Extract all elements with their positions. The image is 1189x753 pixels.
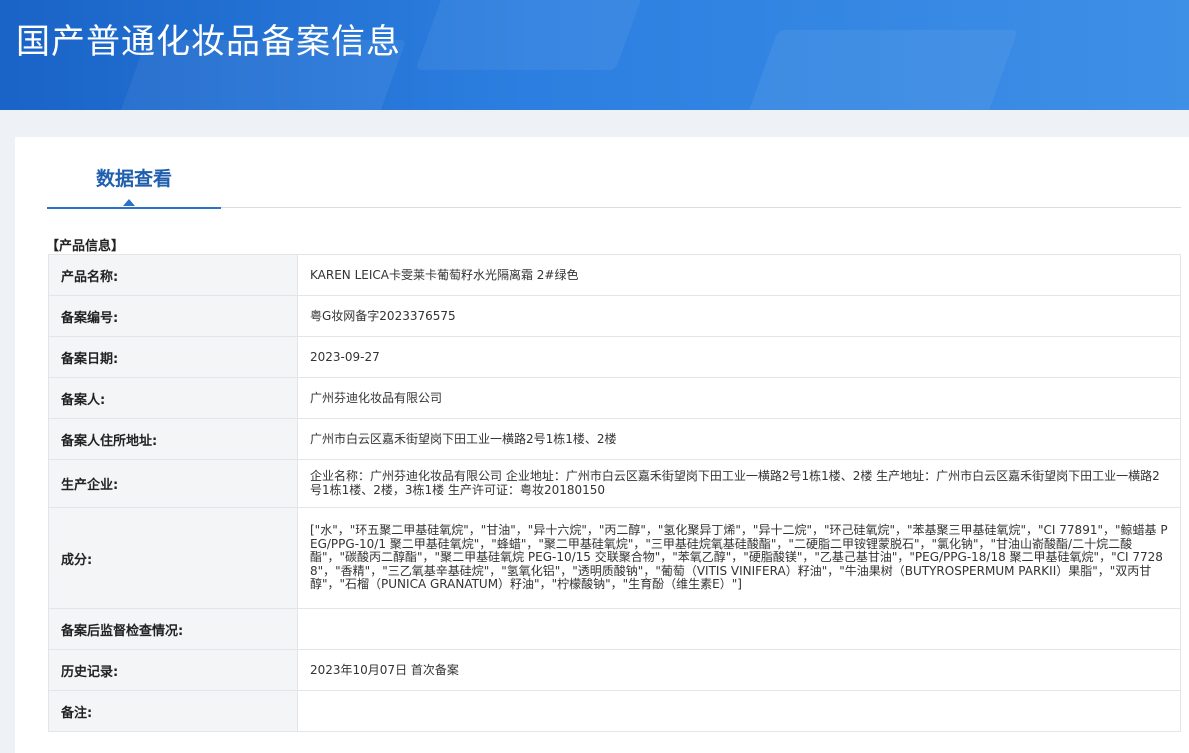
row-value: KAREN LEICA卡雯莱卡葡萄籽水光隔离霜 2#绿色: [297, 254, 1181, 296]
row-label: 历史记录:: [48, 649, 298, 691]
table-row: 备注:: [48, 690, 1181, 732]
content-panel: 数据查看 【产品信息】 产品名称: KAREN LEICA卡雯莱卡葡萄籽水光隔离…: [15, 137, 1189, 753]
row-value: 2023-09-27: [297, 336, 1181, 378]
row-value: 2023年10月07日 首次备案: [297, 649, 1181, 691]
table-row: 成分: ["水"，"环五聚二甲基硅氧烷"，"甘油"，"异十六烷"，"丙二醇"，"…: [48, 507, 1181, 609]
row-value: [297, 608, 1181, 650]
row-value: 企业名称：广州芬迪化妆品有限公司 企业地址：广州市白云区嘉禾街望岗下田工业一横路…: [297, 459, 1181, 508]
row-label: 备案人住所地址:: [48, 418, 298, 460]
row-label: 备案人:: [48, 377, 298, 419]
row-label: 生产企业:: [48, 459, 298, 508]
table-row: 产品名称: KAREN LEICA卡雯莱卡葡萄籽水光隔离霜 2#绿色: [48, 254, 1181, 296]
row-value: [297, 690, 1181, 732]
tab-caret-icon: [123, 199, 135, 206]
table-row: 备案人: 广州芬迪化妆品有限公司: [48, 377, 1181, 419]
row-label: 备注:: [48, 690, 298, 732]
table-row: 备案后监督检查情况:: [48, 608, 1181, 650]
table-row: 历史记录: 2023年10月07日 首次备案: [48, 649, 1181, 691]
header-decoration: [741, 30, 1019, 110]
row-value: 广州芬迪化妆品有限公司: [297, 377, 1181, 419]
table-row: 生产企业: 企业名称：广州芬迪化妆品有限公司 企业地址：广州市白云区嘉禾街望岗下…: [48, 459, 1181, 508]
row-label: 成分:: [48, 507, 298, 609]
tab-bar: 数据查看: [47, 137, 1181, 209]
row-value: 广州市白云区嘉禾街望岗下田工业一横路2号1栋1楼、2楼: [297, 418, 1181, 460]
tab-data-view[interactable]: 数据查看: [47, 137, 221, 209]
page-header: 国产普通化妆品备案信息: [0, 0, 1189, 110]
page-title: 国产普通化妆品备案信息: [16, 22, 401, 62]
table-row: 备案人住所地址: 广州市白云区嘉禾街望岗下田工业一横路2号1栋1楼、2楼: [48, 418, 1181, 460]
tab-data-view-label: 数据查看: [95, 168, 172, 190]
row-label: 备案日期:: [48, 336, 298, 378]
row-value: ["水"，"环五聚二甲基硅氧烷"，"甘油"，"异十六烷"，"丙二醇"，"氢化聚异…: [297, 507, 1181, 609]
row-value: 粤G妆网备字2023376575: [297, 295, 1181, 337]
row-label: 备案后监督检查情况:: [48, 608, 298, 650]
row-label: 产品名称:: [48, 254, 298, 296]
header-decoration: [415, 0, 645, 70]
product-info-table: 产品名称: KAREN LEICA卡雯莱卡葡萄籽水光隔离霜 2#绿色 备案编号:…: [48, 254, 1181, 732]
section-title-product-info: 【产品信息】: [46, 239, 125, 254]
row-label: 备案编号:: [48, 295, 298, 337]
table-row: 备案日期: 2023-09-27: [48, 336, 1181, 378]
table-row: 备案编号: 粤G妆网备字2023376575: [48, 295, 1181, 337]
